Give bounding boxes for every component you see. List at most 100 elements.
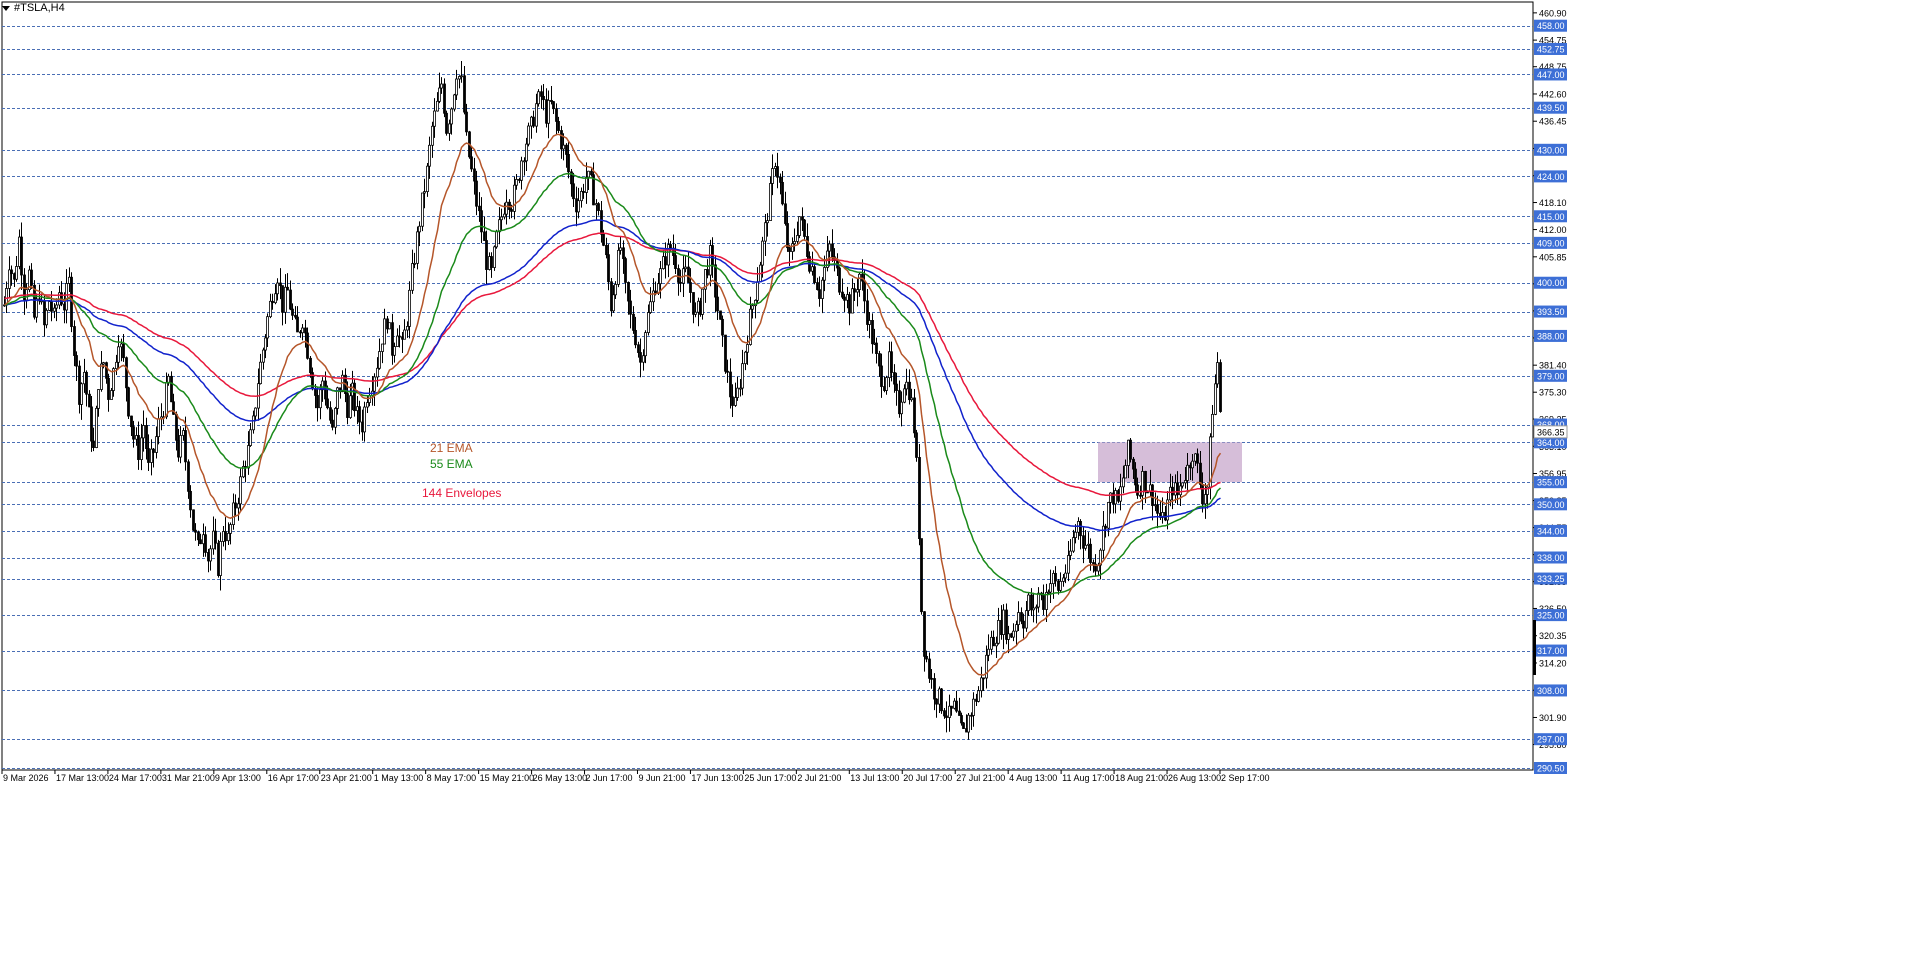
candle-body [605,244,608,256]
candle-body [590,170,593,176]
candle-body [930,677,933,680]
candle-body [642,355,645,363]
candle-body [306,332,309,359]
candle-body [304,327,307,334]
time-tick-label: 8 May 17:00 [427,773,477,783]
candle-body [798,216,801,236]
candle-body [724,334,727,372]
candle-body [903,388,906,403]
candle-body [1179,485,1182,496]
candle-body [1199,462,1202,485]
candle-body [816,282,819,291]
candles [3,60,1222,740]
candle-body [1204,494,1207,505]
candle-body [634,329,637,346]
candle-body [421,192,424,227]
candle-body [53,307,56,312]
candle-body [980,677,983,692]
candle-body [1062,577,1065,582]
candle-body [744,351,747,365]
candle-body [274,293,277,304]
candle-body [1030,594,1033,611]
candle-body [627,281,630,302]
candle-body [943,710,946,717]
candle-body [639,352,642,363]
candle-body [262,349,265,363]
candle-body [918,457,921,539]
candle-body [1156,504,1159,514]
candle-body [769,183,772,221]
candle-body [346,393,349,418]
candle-body [607,254,610,283]
candle-body [535,103,538,127]
candle-body [398,335,401,338]
candle-body [562,144,565,150]
candle-body [776,166,779,178]
candle-body [602,233,605,246]
candle-body [788,247,791,252]
price-chart[interactable]: 460.90454.75448.75442.60436.45430.30424.… [0,0,1916,963]
time-tick-label: 17 Mar 13:00 [56,773,109,783]
volume-marker [1533,620,1536,675]
candle-body [122,343,125,359]
price-tick-label: 314.20 [1539,658,1567,668]
candle-body [781,181,784,205]
level-price-label: 338.00 [1537,553,1565,563]
candle-body [85,371,88,395]
candle-body [928,658,931,679]
level-price-label: 290.50 [1537,764,1565,774]
candle-body [796,235,799,242]
horizontal-levels [1,1,1534,771]
price-tick-label: 412.00 [1539,225,1567,235]
symbol-label[interactable]: #TSLA,H4 [2,2,65,14]
candle-body [137,435,140,460]
candle-body [958,710,961,716]
candle-body [532,116,535,127]
candle-body [513,184,516,212]
candle-body [614,283,617,296]
candle-body [1134,468,1137,486]
candle-body [493,246,496,268]
candle-body [296,316,299,333]
candle-body [806,236,809,257]
current-price-label: 366.35 [1537,427,1565,437]
candle-body [197,531,200,541]
candle-body [353,382,356,412]
candle-body [1181,482,1184,487]
candle-body [145,425,148,449]
candle-body [741,363,744,389]
candle-body [905,381,908,390]
candle-body [793,240,796,245]
candle-body [1114,490,1117,505]
candle-body [1007,633,1010,640]
candle-body [624,258,627,283]
price-tick-label: 418.10 [1539,198,1567,208]
candle-body [470,156,473,170]
candle-body [1084,544,1087,549]
candle-body [324,380,327,400]
candle-body [771,168,774,184]
candle-body [155,436,158,453]
time-tick-label: 25 Jun 17:00 [744,773,796,783]
candle-body [871,320,874,345]
candle-body [923,611,926,657]
candle-body [997,620,1000,644]
chart-area[interactable]: 460.90454.75448.75442.60436.45430.30424.… [0,0,1916,963]
candle-body [542,96,545,101]
candle-body [1027,594,1030,612]
level-price-label: 447.00 [1537,70,1565,80]
candle-body [669,244,672,249]
time-tick-label: 9 Mar 2026 [3,773,49,783]
candle-body [1022,620,1025,629]
candle-body [853,288,856,293]
candle-body [388,322,391,330]
candle-body [97,389,100,409]
candle-body [214,530,217,544]
price-axis: 460.90454.75448.75442.60436.45430.30424.… [1533,8,1568,774]
candle-body [600,210,603,235]
price-tick-label: 320.35 [1539,631,1567,641]
candle-body [433,110,436,127]
candle-body [823,267,826,281]
candle-body [659,268,662,285]
candle-body [597,203,600,211]
